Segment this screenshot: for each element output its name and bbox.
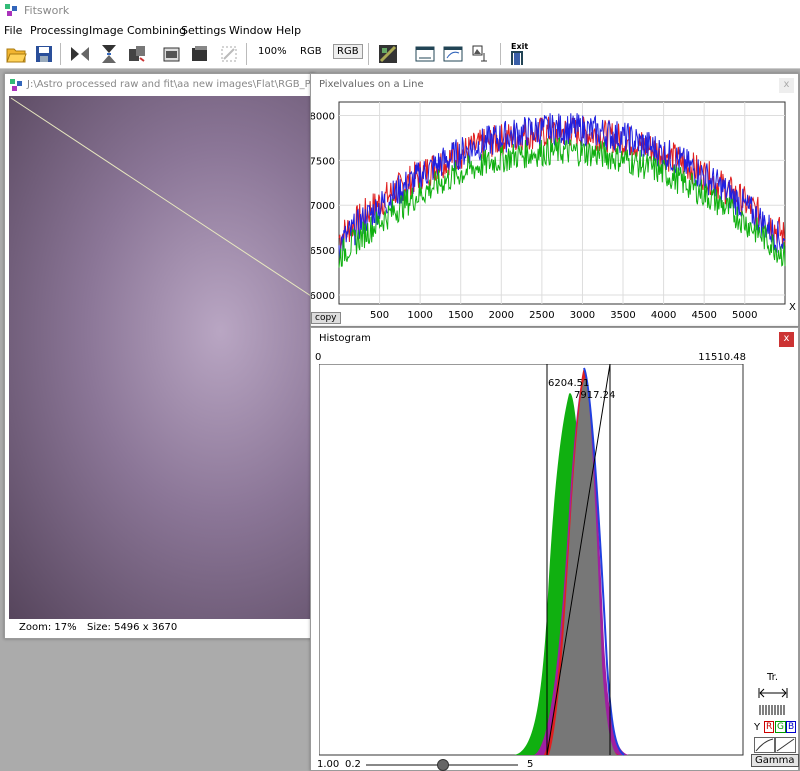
toolbar-separator (246, 43, 247, 65)
width-arrows-icon[interactable] (758, 686, 790, 700)
menu-file[interactable]: File (4, 24, 22, 37)
screen-dark-icon[interactable] (189, 43, 211, 65)
toolbar-separator (60, 43, 61, 65)
x-tick-label: 1000 (407, 310, 432, 321)
window-icon[interactable] (414, 43, 436, 65)
toolbar-separator (500, 43, 501, 65)
line-profile-window[interactable]: Pixelvalues on a Line x 500 1000 1500 2000 2… (310, 73, 799, 327)
x-tick-label: 500 (370, 310, 389, 321)
line-window-close-button[interactable]: x (779, 78, 794, 93)
y-tick-label: 7500 (311, 156, 335, 167)
toolbar: 100% RGB RGB Exit (0, 40, 800, 69)
profile-line-overlay (10, 97, 311, 297)
line-window-title: Pixelvalues on a Line (319, 79, 424, 90)
flip-vertical-icon[interactable] (98, 43, 120, 65)
status-zoom: Zoom: 17% (19, 622, 77, 633)
menu-help[interactable]: Help (276, 24, 301, 37)
flat-image-canvas[interactable] (9, 96, 311, 619)
x-tick-label: 4000 (651, 310, 676, 321)
histogram-range-min: 0 (315, 352, 322, 363)
histogram-plot[interactable]: 6204.51 7917.24 (319, 364, 744, 756)
menu-processing[interactable]: Processing (30, 24, 89, 37)
line-profile-chart: 500 1000 1500 2000 2500 3000 3500 4000 4500 5000 6… (311, 101, 796, 321)
crop-icon[interactable] (218, 43, 240, 65)
y-tick-label: 7000 (311, 201, 335, 212)
channel-b-button[interactable]: B (786, 721, 797, 733)
open-folder-icon[interactable] (5, 43, 27, 65)
y-tick-label: 6500 (311, 246, 335, 257)
exit-door-icon[interactable] (509, 50, 525, 66)
status-size: Size: 5496 x 3670 (87, 622, 178, 633)
histogram-scale-value: 1.00 (317, 759, 340, 770)
histogram-marker-low-label: 6204.51 (548, 378, 589, 389)
copy-button[interactable]: copy (311, 312, 341, 324)
channel-r-button[interactable]: R (764, 721, 775, 733)
histogram-marker-high-label: 7917.24 (574, 390, 615, 401)
fitswork-app-icon (5, 4, 17, 16)
histogram-range-max: 11510.48 (698, 352, 746, 363)
line-window-titlebar[interactable]: Pixelvalues on a Line x (311, 74, 798, 96)
fitswork-app-icon (10, 79, 22, 91)
menu-image-combining[interactable]: Image Combining (89, 24, 186, 37)
curve-shape-icon[interactable] (754, 737, 796, 753)
transfer-label: Tr. (767, 672, 779, 683)
rgb-button[interactable]: RGB (300, 46, 322, 57)
image-window[interactable]: J:\Astro processed raw and fit\aa new im… (4, 73, 349, 639)
x-tick-label: 2000 (489, 310, 514, 321)
barcode-scale-icon[interactable] (758, 703, 790, 717)
image-window-title: J:\Astro processed raw and fit\aa new im… (27, 79, 350, 90)
y-tick-label: 8000 (311, 111, 335, 122)
histogram-window-titlebar[interactable]: Histogram x (311, 328, 798, 350)
gamma-slider-thumb[interactable] (437, 759, 449, 771)
x-tick-label: 3500 (610, 310, 635, 321)
histogram-window-close-button[interactable]: x (779, 332, 794, 347)
x-tick-label: 4500 (691, 310, 716, 321)
gamma-button[interactable]: Gamma (751, 754, 799, 767)
rgb-toggle-button[interactable]: RGB (333, 44, 363, 59)
histogram-window-title: Histogram (319, 333, 371, 344)
x-tick-label: 1500 (448, 310, 473, 321)
zoom-100-button[interactable]: 100% (258, 46, 287, 57)
screen-icon[interactable] (161, 43, 183, 65)
menu-window[interactable]: Window (229, 24, 272, 37)
gamma-slider-min: 0.2 (345, 759, 361, 770)
histogram-tool-icon[interactable] (470, 43, 492, 65)
curve-window-icon[interactable] (442, 43, 464, 65)
flip-horizontal-icon[interactable] (69, 43, 91, 65)
x-tick-label: 5000 (732, 310, 757, 321)
menu-bar: File Processing Image Combining Settings… (0, 22, 800, 40)
x-axis-label: X (789, 302, 796, 313)
toolbar-separator (368, 43, 369, 65)
histogram-window[interactable]: Histogram x 0 11510.48 6204.51 7917.24 1… (310, 327, 799, 771)
x-tick-label: 3000 (570, 310, 595, 321)
app-titlebar: Fitswork (0, 0, 800, 22)
y-tick-label: 6000 (311, 291, 335, 302)
x-tick-label: 2500 (529, 310, 554, 321)
save-icon[interactable] (33, 43, 55, 65)
channel-g-button[interactable]: G (775, 721, 786, 733)
gamma-slider-max: 5 (527, 759, 534, 770)
channel-y-button[interactable]: Y (754, 722, 760, 733)
rotate-icon[interactable] (126, 43, 148, 65)
image-window-titlebar[interactable]: J:\Astro processed raw and fit\aa new im… (5, 74, 349, 96)
app-title: Fitswork (24, 4, 70, 17)
color-view-icon[interactable] (377, 43, 399, 65)
menu-settings[interactable]: Settings (181, 24, 226, 37)
